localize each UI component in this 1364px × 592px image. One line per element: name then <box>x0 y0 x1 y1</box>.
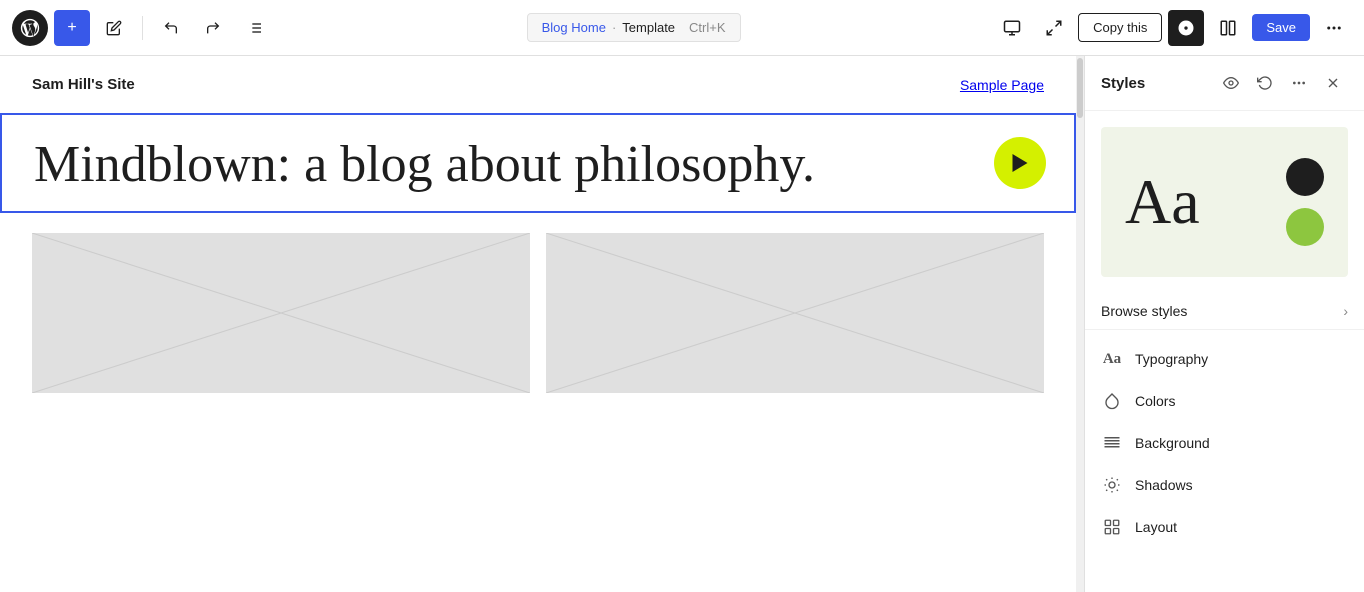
panel-item-shadows[interactable]: Shadows <box>1085 464 1364 506</box>
more-options-button[interactable] <box>1316 10 1352 46</box>
background-icon <box>1101 432 1123 454</box>
styles-panel: Styles Aa <box>1084 56 1364 592</box>
image-placeholder-2 <box>546 233 1044 393</box>
hero-text: Mindblown: a blog about philosophy. <box>34 135 1042 195</box>
panel-item-layout[interactable]: Layout <box>1085 506 1364 548</box>
more-icon <box>1325 19 1343 37</box>
panel-close-button[interactable] <box>1318 68 1348 98</box>
style-preview[interactable]: Aa <box>1101 127 1348 277</box>
list-button[interactable] <box>237 10 273 46</box>
panel-more-button[interactable] <box>1284 68 1314 98</box>
styles-toggle-button[interactable] <box>1168 10 1204 46</box>
breadcrumb-template: Template <box>622 20 675 35</box>
dual-view-icon <box>1219 19 1237 37</box>
undo-button[interactable] <box>153 10 189 46</box>
nav-sample-page[interactable]: Sample Page <box>960 77 1044 93</box>
grid-icon <box>1103 518 1121 536</box>
preview-dots <box>1286 158 1324 246</box>
eye-icon <box>1223 75 1239 91</box>
breadcrumb[interactable]: Blog Home · Template Ctrl+K <box>527 13 741 42</box>
copy-this-button[interactable]: Copy this <box>1078 13 1162 42</box>
img-diag-1 <box>32 233 530 393</box>
image-grid <box>0 213 1076 413</box>
toolbar: + Blog Home · Template Ctrl+K Copy this <box>0 0 1364 56</box>
expand-icon <box>1045 19 1063 37</box>
canvas-wrapper: Sam Hill's Site Sample Page Mindblown: a… <box>0 56 1084 592</box>
layout-label: Layout <box>1135 519 1177 535</box>
site-header: Sam Hill's Site Sample Page <box>0 56 1076 113</box>
wp-icon <box>19 17 41 39</box>
dual-view-button[interactable] <box>1210 10 1246 46</box>
panel-history-button[interactable] <box>1250 68 1280 98</box>
placeholder-svg-2 <box>546 233 1044 393</box>
styles-icon <box>1177 19 1195 37</box>
panel-header-actions <box>1216 68 1348 98</box>
droplet-icon <box>1103 392 1121 410</box>
hero-section[interactable]: Mindblown: a blog about philosophy. <box>0 113 1076 213</box>
browse-styles-row[interactable]: Browse styles › <box>1085 293 1364 330</box>
layout-icon <box>1101 516 1123 538</box>
panel-view-button[interactable] <box>1216 68 1246 98</box>
main-area: Sam Hill's Site Sample Page Mindblown: a… <box>0 56 1364 592</box>
edit-button[interactable] <box>96 10 132 46</box>
pencil-icon <box>106 20 122 36</box>
typography-label: Typography <box>1135 351 1208 367</box>
panel-more-icon <box>1291 75 1307 91</box>
play-button[interactable] <box>994 137 1046 189</box>
background-label: Background <box>1135 435 1210 451</box>
canvas-scrollbar[interactable] <box>1076 56 1084 592</box>
colors-icon <box>1101 390 1123 412</box>
undo-icon <box>163 20 179 36</box>
close-icon <box>1325 75 1341 91</box>
site-title: Sam Hill's Site <box>32 76 135 93</box>
panel-items: Aa Typography Colors <box>1085 330 1364 556</box>
monitor-icon <box>1003 19 1021 37</box>
history-icon <box>1257 75 1273 91</box>
wordpress-logo[interactable] <box>12 10 48 46</box>
expand-button[interactable] <box>1036 10 1072 46</box>
toolbar-center: Blog Home · Template Ctrl+K <box>279 13 988 42</box>
browse-styles-chevron: › <box>1343 303 1348 319</box>
colors-label: Colors <box>1135 393 1175 409</box>
placeholder-svg-1 <box>32 233 530 393</box>
site-nav: Sample Page <box>960 77 1044 93</box>
redo-button[interactable] <box>195 10 231 46</box>
panel-item-colors[interactable]: Colors <box>1085 380 1364 422</box>
breadcrumb-link: Blog Home <box>542 20 606 35</box>
divider-1 <box>142 16 143 40</box>
panel-item-typography[interactable]: Aa Typography <box>1085 338 1364 380</box>
img-diag-2 <box>546 233 1044 393</box>
add-button[interactable]: + <box>54 10 90 46</box>
panel-title: Styles <box>1101 75 1145 92</box>
list-icon <box>247 20 263 36</box>
play-icon <box>1012 154 1028 172</box>
redo-icon <box>205 20 221 36</box>
stripes-icon <box>1103 434 1121 452</box>
canvas: Sam Hill's Site Sample Page Mindblown: a… <box>0 56 1076 592</box>
shadows-icon <box>1101 474 1123 496</box>
browse-styles-label: Browse styles <box>1101 303 1187 319</box>
shadows-label: Shadows <box>1135 477 1193 493</box>
typography-icon: Aa <box>1101 348 1123 370</box>
sun-icon <box>1103 476 1121 494</box>
panel-item-background[interactable]: Background <box>1085 422 1364 464</box>
preview-aa: Aa <box>1125 170 1200 234</box>
preview-dot-dark <box>1286 158 1324 196</box>
monitor-button[interactable] <box>994 10 1030 46</box>
save-button[interactable]: Save <box>1252 14 1310 41</box>
canvas-scrollthumb[interactable] <box>1077 58 1083 118</box>
breadcrumb-shortcut: Ctrl+K <box>689 20 725 35</box>
panel-header: Styles <box>1085 56 1364 111</box>
image-placeholder-1 <box>32 233 530 393</box>
preview-dot-green <box>1286 208 1324 246</box>
toolbar-right: Copy this Save <box>994 10 1352 46</box>
breadcrumb-sep: · <box>612 20 616 35</box>
